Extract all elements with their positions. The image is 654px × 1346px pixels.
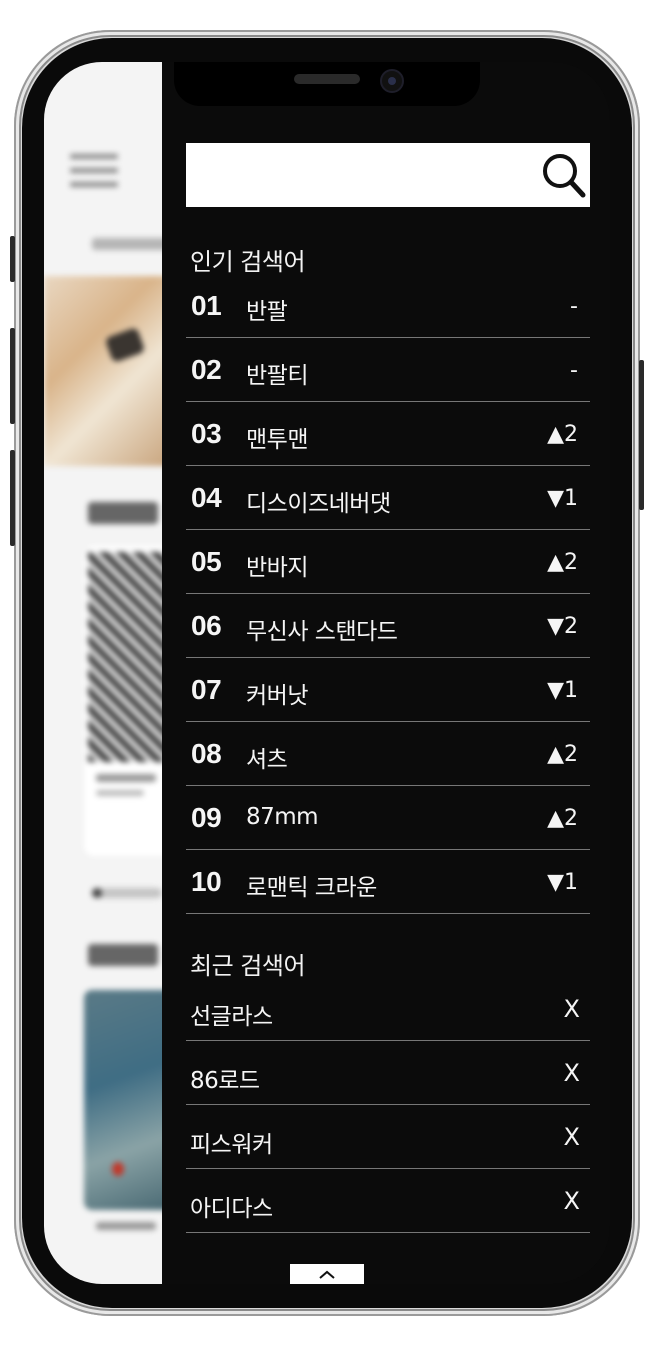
rank-change: ▲2 [547,806,578,831]
remove-recent-button[interactable]: X [564,1123,580,1151]
recent-keyword: 선글라스 [190,1004,273,1030]
popular-search-list: 01 반팔 - 02 반팔티 - 03 맨투맨 ▲2 04 디스이즈네버댓 ▼1… [186,274,590,914]
search-input[interactable] [186,143,590,207]
rank-number: 10 [191,866,222,897]
chevron-up-icon [319,1270,335,1279]
rank-change: ▼1 [547,486,578,511]
popular-search-item[interactable]: 10 로맨틱 크라운 ▼1 [186,850,590,914]
background-section-heading [88,502,158,524]
rank-number: 06 [191,610,222,641]
popular-search-item[interactable]: 01 반팔 - [186,274,590,338]
collapse-drawer-button[interactable] [290,1264,364,1284]
background-product-name [96,774,156,782]
recent-search-item[interactable]: 피스워커 X [186,1105,590,1169]
recent-search-item[interactable]: 선글라스 X [186,977,590,1041]
volume-down-button [10,450,15,546]
background-section-heading [88,944,158,966]
phone-camera [380,69,404,93]
background-carousel-dot-active [92,888,102,898]
rank-number: 07 [191,674,222,705]
remove-recent-button[interactable]: X [564,1059,580,1087]
rank-number: 01 [191,290,222,321]
background-product-image [88,552,162,762]
remove-recent-button[interactable]: X [564,995,580,1023]
background-carousel-dots [92,888,162,898]
popular-search-item[interactable]: 03 맨투맨 ▲2 [186,402,590,466]
background-app-content [44,62,162,1284]
recent-search-item[interactable]: 86로드 X [186,1041,590,1105]
menu-icon [70,154,118,196]
recent-keyword: 86로드 [190,1068,260,1094]
background-banner-image [44,276,162,466]
volume-up-button [10,328,15,424]
background-tab [92,238,162,250]
background-product-detail [112,1162,124,1176]
popular-search-item[interactable]: 09 87mm ▲2 [186,786,590,850]
recent-search-list: 선글라스 X 86로드 X 피스워커 X 아디다스 X [186,977,590,1233]
search-drawer: 인기 검색어 01 반팔 - 02 반팔티 - 03 맨투맨 ▲2 04 디스이… [162,62,610,1284]
search-icon [543,154,586,198]
background-app [44,62,162,1284]
rank-change: - [570,294,578,319]
rank-keyword: 87mm [246,804,319,830]
rank-number: 04 [191,482,222,513]
rank-number: 02 [191,354,222,385]
popular-searches-title: 인기 검색어 [190,248,306,276]
background-product-price [96,790,144,796]
background-product-name [96,1222,156,1230]
rank-number: 03 [191,418,222,449]
rank-keyword: 맨투맨 [246,427,308,453]
rank-keyword: 셔츠 [246,747,288,773]
popular-search-item[interactable]: 02 반팔티 - [186,338,590,402]
rank-keyword: 반팔 [246,299,288,325]
rank-keyword: 반팔티 [246,363,308,389]
recent-search-item[interactable]: 아디다스 X [186,1169,590,1233]
remove-recent-button[interactable]: X [564,1187,580,1215]
mute-switch [10,236,15,282]
rank-number: 09 [191,802,222,833]
recent-keyword: 아디다스 [190,1196,273,1222]
recent-keyword: 피스워커 [190,1132,273,1158]
rank-change: ▼1 [547,870,578,895]
popular-search-item[interactable]: 05 반바지 ▲2 [186,530,590,594]
phone-notch [174,62,480,106]
rank-number: 08 [191,738,222,769]
rank-number: 05 [191,546,222,577]
phone-speaker [294,74,360,84]
rank-keyword: 디스이즈네버댓 [246,491,391,517]
rank-keyword: 커버낫 [246,683,308,709]
recent-searches-title: 최근 검색어 [190,952,306,980]
rank-keyword: 로맨틱 크라운 [246,875,377,901]
rank-change: ▲2 [547,550,578,575]
rank-keyword: 무신사 스탠다드 [246,619,398,645]
rank-change: - [570,358,578,383]
power-button [639,360,644,510]
rank-change: ▼2 [547,614,578,639]
rank-change: ▲2 [547,422,578,447]
background-product-image [84,990,162,1210]
popular-search-item[interactable]: 07 커버낫 ▼1 [186,658,590,722]
popular-search-item[interactable]: 06 무신사 스탠다드 ▼2 [186,594,590,658]
rank-change: ▼1 [547,678,578,703]
popular-search-item[interactable]: 08 셔츠 ▲2 [186,722,590,786]
search-button[interactable] [538,148,590,202]
rank-change: ▲2 [547,742,578,767]
popular-search-item[interactable]: 04 디스이즈네버댓 ▼1 [186,466,590,530]
rank-keyword: 반바지 [246,555,308,581]
phone-screen: 인기 검색어 01 반팔 - 02 반팔티 - 03 맨투맨 ▲2 04 디스이… [44,62,610,1284]
